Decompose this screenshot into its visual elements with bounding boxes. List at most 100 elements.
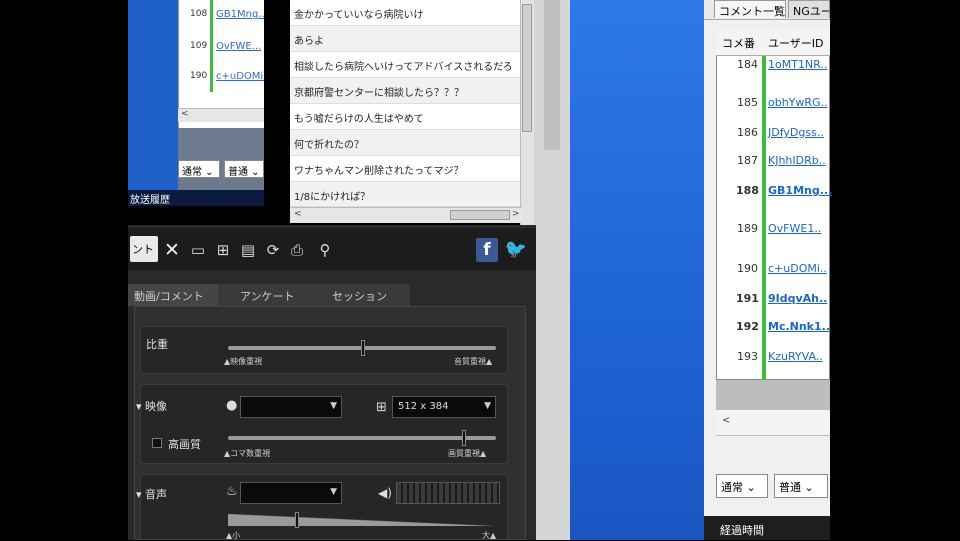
comment-table-header: コメ番 ユーザーID bbox=[716, 28, 830, 56]
tab-comment-list[interactable]: コメント一覧 bbox=[714, 0, 786, 18]
letterbox-left bbox=[0, 0, 128, 540]
user-id-link[interactable]: OvFWE1.. bbox=[768, 222, 821, 235]
column-comment-number[interactable]: コメ番 bbox=[722, 35, 755, 51]
resolution-select[interactable]: 512 x 384 ▼ bbox=[392, 396, 496, 418]
scroll-left-arrow[interactable]: < bbox=[181, 109, 189, 119]
comment-row[interactable]: 京都府警センターに相談したら？？？ bbox=[290, 78, 522, 104]
user-id-link[interactable]: 1oMT1NR.. bbox=[768, 58, 827, 71]
tab-video-comment[interactable]: 動画/コメント bbox=[134, 288, 204, 304]
right-size-value: 普通 bbox=[779, 481, 801, 494]
close-icon[interactable]: ✕ bbox=[162, 240, 182, 260]
screen-icon[interactable]: ⊞ bbox=[213, 240, 233, 260]
search-icon[interactable]: ⚲ bbox=[315, 240, 335, 260]
keyboard-icon[interactable]: ▤ bbox=[238, 240, 258, 260]
comment-number: 188 bbox=[736, 184, 759, 197]
print-icon[interactable]: ⎙ bbox=[287, 240, 307, 260]
comment-row[interactable]: あらよ bbox=[290, 26, 522, 52]
user-id-link[interactable]: OvFWE... bbox=[216, 41, 261, 52]
scroll-right-arrow[interactable]: > bbox=[512, 209, 520, 219]
comment-row[interactable]: 何で折れたの？ bbox=[290, 130, 522, 156]
comment-number: 108 bbox=[190, 9, 208, 19]
comment-row[interactable]: ワナちゃんマン削除されたってマジ？ bbox=[290, 156, 522, 182]
comment-number: 189 bbox=[737, 222, 758, 235]
comment-number: 190 bbox=[737, 262, 758, 275]
comment-number: 109 bbox=[190, 41, 208, 51]
refresh-icon[interactable]: ⟳ bbox=[263, 240, 283, 260]
tab-comment[interactable]: ント bbox=[130, 236, 158, 262]
mode-select-value: 通常 bbox=[182, 167, 202, 178]
user-id-link[interactable]: JDfyDgss.. bbox=[768, 126, 824, 139]
comment-number: 187 bbox=[737, 154, 758, 167]
video-slider-knob[interactable] bbox=[462, 430, 467, 446]
facebook-icon[interactable]: f bbox=[476, 238, 498, 262]
scroll-left-arrow[interactable]: < bbox=[294, 209, 302, 219]
ratio-section bbox=[140, 326, 508, 374]
ratio-label: 比重 bbox=[146, 338, 168, 351]
list-item[interactable]: 109 OvFWE... bbox=[180, 36, 264, 58]
audio-level-meter bbox=[396, 482, 500, 504]
user-id-link[interactable]: GB1Mng... bbox=[768, 184, 832, 197]
comment-row[interactable]: もう嘘だらけの人生はやめて bbox=[290, 104, 522, 130]
video-left-label: ▲コマ数重視 bbox=[224, 449, 271, 458]
volume-slider-knob[interactable] bbox=[294, 512, 299, 528]
comment-number: 185 bbox=[737, 96, 758, 109]
video-device-select[interactable]: ▼ bbox=[240, 396, 342, 418]
comment-number: 184 bbox=[737, 58, 758, 71]
video-label: ▾ 映像 bbox=[136, 400, 168, 413]
comment-number: 191 bbox=[736, 292, 759, 305]
microphone-icon: ♨ bbox=[226, 484, 238, 499]
audio-device-select[interactable]: ▼ bbox=[240, 482, 342, 504]
status-bar: 放送履歴 bbox=[128, 190, 264, 206]
size-select-value: 普通 bbox=[228, 167, 248, 178]
ratio-right-label: 音質重視▲ bbox=[454, 357, 493, 366]
comment-vscroll-thumb[interactable] bbox=[522, 4, 532, 132]
audio-right-label: 大▲ bbox=[482, 531, 497, 540]
list-item[interactable]: 108 GB1Mng... bbox=[180, 4, 268, 26]
user-id-link[interactable]: c+uDOMi.. bbox=[768, 262, 827, 275]
desktop-background bbox=[570, 0, 704, 540]
volume-slider-track[interactable] bbox=[228, 514, 494, 526]
column-user-id[interactable]: ユーザーID bbox=[768, 35, 824, 51]
video-right-label: 画質重視▲ bbox=[448, 449, 487, 458]
comment-number: 190 bbox=[190, 71, 208, 81]
ratio-left-label: ▲映像重視 bbox=[224, 357, 263, 366]
scroll-left-arrow[interactable]: < bbox=[722, 415, 730, 426]
comment-row[interactable]: 金かかっていいなら病院いけ bbox=[290, 0, 522, 26]
user-id-link[interactable]: GB1Mng... bbox=[216, 9, 268, 20]
camera-icon: ● bbox=[226, 398, 238, 413]
comment-table-scroll-area: < bbox=[716, 410, 830, 436]
video-slider-track[interactable] bbox=[228, 436, 496, 440]
comment-row[interactable]: 相談したら病院へいけってアドバイスされるだろ bbox=[290, 52, 522, 78]
size-select[interactable]: 普通 ⌄ bbox=[224, 160, 264, 178]
user-id-link[interactable]: Mc.Nnk1.. bbox=[768, 320, 830, 333]
comment-row[interactable]: 1/8にかければ？ bbox=[290, 182, 522, 207]
comment-number: 186 bbox=[737, 126, 758, 139]
elapsed-time-bar: 経過時間 bbox=[704, 516, 830, 540]
status-text: 放送履歴 bbox=[130, 195, 170, 206]
right-mode-select[interactable]: 通常 ⌄ bbox=[716, 474, 768, 498]
resolution-icon: ⊞ bbox=[376, 400, 387, 415]
comment-table-hscrollbar[interactable] bbox=[716, 380, 830, 410]
audio-label: ▾ 音声 bbox=[136, 488, 168, 501]
hq-checkbox[interactable] bbox=[152, 438, 162, 448]
list-item[interactable]: 190 c+uDOMi... bbox=[180, 66, 273, 88]
letterbox-right bbox=[830, 0, 960, 540]
comment-number: 193 bbox=[737, 350, 758, 363]
tab-ng-users[interactable]: NGユーザー bbox=[788, 0, 830, 18]
twitter-icon[interactable]: 🐦 bbox=[504, 238, 528, 262]
tab-session[interactable]: セッション bbox=[332, 288, 387, 304]
ratio-slider-knob[interactable] bbox=[361, 340, 365, 356]
comment-hscroll-thumb[interactable] bbox=[450, 210, 510, 220]
comment-icon[interactable]: ▭ bbox=[188, 240, 208, 260]
right-size-select[interactable]: 普通 ⌄ bbox=[774, 474, 828, 498]
user-id-link[interactable]: obhYwRG.. bbox=[768, 96, 828, 109]
user-id-link[interactable]: KzuRYVA.. bbox=[768, 350, 823, 363]
user-id-link[interactable]: KJhhIDRb.. bbox=[768, 154, 826, 167]
hq-label: 高画質 bbox=[168, 438, 201, 451]
scroll-strip-thumb[interactable] bbox=[544, 0, 560, 150]
tab-survey[interactable]: アンケート bbox=[240, 288, 295, 304]
mode-select[interactable]: 通常 ⌄ bbox=[178, 160, 220, 178]
user-id-link[interactable]: 9IdqvAh.. bbox=[768, 292, 827, 305]
comment-green-bar bbox=[762, 56, 766, 380]
top-left-hscrollbar[interactable]: < bbox=[178, 108, 264, 122]
